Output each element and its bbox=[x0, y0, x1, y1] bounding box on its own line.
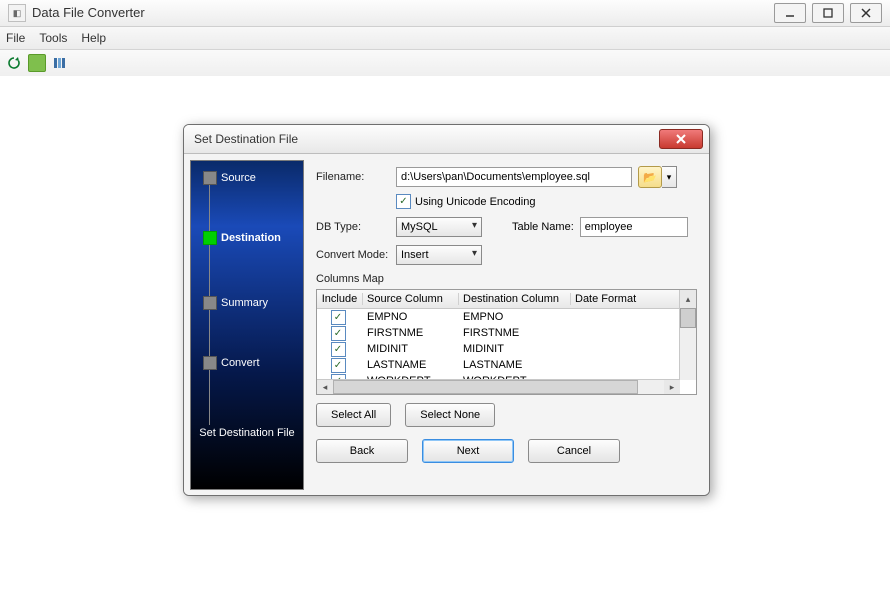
minimize-button[interactable] bbox=[774, 3, 806, 23]
dbtype-value: MySQL bbox=[401, 221, 438, 233]
wizard-step-convert[interactable]: Convert bbox=[203, 356, 260, 370]
tablename-label: Table Name: bbox=[512, 221, 574, 233]
vertical-scroll-thumb[interactable] bbox=[680, 308, 696, 328]
app-title: Data File Converter bbox=[32, 0, 774, 26]
horizontal-scrollbar[interactable]: ◂ ▸ bbox=[317, 379, 680, 394]
destination-column-cell: FIRSTNME bbox=[459, 327, 571, 339]
workspace: Set Destination File Source Destination bbox=[0, 76, 890, 606]
toolbar bbox=[0, 50, 890, 77]
set-destination-dialog: Set Destination File Source Destination bbox=[183, 124, 710, 496]
header-date-format[interactable]: Date Format bbox=[571, 293, 696, 305]
unicode-label: Using Unicode Encoding bbox=[415, 196, 535, 208]
back-button[interactable]: Back bbox=[316, 439, 408, 463]
step-label: Summary bbox=[221, 297, 268, 309]
menu-file[interactable]: File bbox=[6, 27, 25, 49]
unicode-checkbox[interactable]: ✓ bbox=[396, 194, 411, 209]
columns-map-label: Columns Map bbox=[316, 273, 697, 285]
include-checkbox[interactable]: ✓ bbox=[331, 326, 346, 341]
step-box-icon bbox=[203, 356, 217, 370]
header-destination-column[interactable]: Destination Column bbox=[459, 293, 571, 305]
browse-dropdown-button[interactable]: ▾ bbox=[662, 166, 677, 188]
filename-label: Filename: bbox=[316, 171, 396, 183]
destination-column-cell: LASTNAME bbox=[459, 359, 571, 371]
convertmode-label: Convert Mode: bbox=[316, 249, 396, 261]
wizard-bottom-caption: Set Destination File bbox=[191, 427, 303, 439]
table-row[interactable]: ✓ EMPNOEMPNO bbox=[317, 309, 696, 325]
source-column-cell: EMPNO bbox=[363, 311, 459, 323]
source-column-cell: LASTNAME bbox=[363, 359, 459, 371]
refresh-icon[interactable] bbox=[6, 55, 22, 71]
convertmode-value: Insert bbox=[401, 249, 429, 261]
destination-column-cell: EMPNO bbox=[459, 311, 571, 323]
titlebar: ◧ Data File Converter bbox=[0, 0, 890, 27]
dialog-titlebar: Set Destination File bbox=[184, 125, 709, 154]
scroll-right-button[interactable]: ▸ bbox=[664, 380, 680, 394]
green-tool-icon[interactable] bbox=[28, 54, 46, 72]
tablename-input[interactable] bbox=[580, 217, 688, 237]
dialog-title: Set Destination File bbox=[194, 132, 659, 146]
destination-form: Filename: 📂 ▾ ✓ Using Unicode Encoding bbox=[304, 160, 703, 490]
table-row[interactable]: ✓ LASTNAMELASTNAME bbox=[317, 357, 696, 373]
convertmode-dropdown[interactable]: Insert bbox=[396, 245, 482, 265]
step-label: Source bbox=[221, 172, 256, 184]
close-button[interactable] bbox=[850, 3, 882, 23]
scroll-left-button[interactable]: ◂ bbox=[317, 380, 333, 394]
horizontal-scroll-thumb[interactable] bbox=[333, 380, 638, 394]
app-icon: ◧ bbox=[8, 4, 26, 22]
filename-input[interactable] bbox=[396, 167, 632, 187]
step-label: Destination bbox=[221, 232, 281, 244]
menu-tools[interactable]: Tools bbox=[39, 27, 67, 49]
wizard-step-summary[interactable]: Summary bbox=[203, 296, 268, 310]
include-checkbox[interactable]: ✓ bbox=[331, 310, 346, 325]
browse-button[interactable]: 📂 bbox=[638, 166, 662, 188]
include-checkbox[interactable]: ✓ bbox=[331, 358, 346, 373]
menubar: File Tools Help bbox=[0, 27, 890, 50]
bars-icon[interactable] bbox=[52, 55, 68, 71]
main-window: ◧ Data File Converter File Tools Help bbox=[0, 0, 890, 606]
next-button[interactable]: Next bbox=[422, 439, 514, 463]
columns-map-grid: ▴ Include Source Column Destination Colu… bbox=[316, 289, 697, 395]
header-include[interactable]: Include bbox=[317, 293, 363, 305]
wizard-step-destination[interactable]: Destination bbox=[203, 231, 281, 245]
destination-column-cell: MIDINIT bbox=[459, 343, 571, 355]
step-box-icon bbox=[203, 171, 217, 185]
wizard-step-source[interactable]: Source bbox=[203, 171, 256, 185]
table-row[interactable]: ✓ MIDINITMIDINIT bbox=[317, 341, 696, 357]
select-all-button[interactable]: Select All bbox=[316, 403, 391, 427]
dialog-close-button[interactable] bbox=[659, 129, 703, 149]
header-source-column[interactable]: Source Column bbox=[363, 293, 459, 305]
step-box-icon bbox=[203, 296, 217, 310]
folder-icon: 📂 bbox=[643, 171, 657, 184]
wizard-sidebar: Source Destination Summary Convert Set bbox=[190, 160, 304, 490]
source-column-cell: FIRSTNME bbox=[363, 327, 459, 339]
source-column-cell: MIDINIT bbox=[363, 343, 459, 355]
dbtype-label: DB Type: bbox=[316, 221, 396, 233]
include-checkbox[interactable]: ✓ bbox=[331, 342, 346, 357]
step-label: Convert bbox=[221, 357, 260, 369]
menu-help[interactable]: Help bbox=[81, 27, 106, 49]
scroll-up-button[interactable]: ▴ bbox=[679, 290, 696, 308]
step-box-icon bbox=[203, 231, 217, 245]
maximize-button[interactable] bbox=[812, 3, 844, 23]
table-row[interactable]: ✓ FIRSTNMEFIRSTNME bbox=[317, 325, 696, 341]
cancel-button[interactable]: Cancel bbox=[528, 439, 620, 463]
dbtype-dropdown[interactable]: MySQL bbox=[396, 217, 482, 237]
grid-header: Include Source Column Destination Column… bbox=[317, 290, 696, 309]
select-none-button[interactable]: Select None bbox=[405, 403, 495, 427]
